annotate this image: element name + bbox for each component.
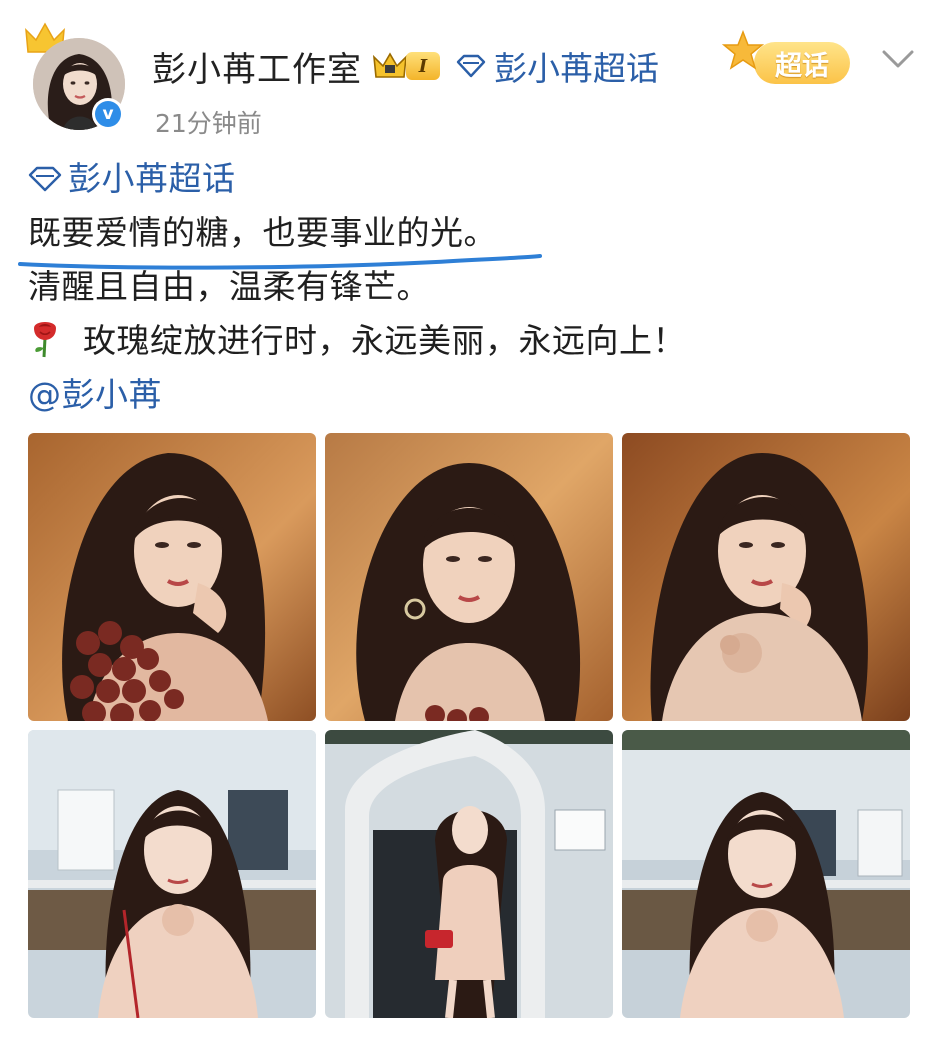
vip-badge[interactable]: I — [372, 51, 440, 81]
photo-5[interactable] — [325, 730, 613, 1018]
topic-link-label: 彭小苒超话 — [494, 49, 659, 88]
vip-crown-icon — [372, 52, 408, 78]
verified-icon: v — [95, 101, 121, 127]
body-topic-label: 彭小苒超话 — [68, 159, 236, 198]
diamond-icon — [456, 54, 486, 78]
vip-level: I — [406, 52, 440, 80]
diamond-icon — [28, 166, 62, 192]
photo-grid — [28, 433, 910, 1018]
photo-6[interactable] — [622, 730, 910, 1018]
star-icon — [722, 30, 764, 70]
post-body: 彭小苒超话 既要爱情的糖，也要事业的光。 清醒且自由，温柔有锋芒。 玫瑰绽放进行… — [18, 152, 908, 422]
photo-2[interactable] — [325, 433, 613, 721]
body-line-3: 玫瑰绽放进行时，永远美丽，永远向上！ — [28, 314, 908, 368]
photo-3[interactable] — [622, 433, 910, 721]
chaohua-button[interactable]: 超话 — [718, 30, 860, 94]
photo-2-image — [325, 433, 613, 721]
body-line-1-text: 既要爱情的糖，也要事业的光。 — [28, 213, 497, 252]
mention-link[interactable]: @彭小苒 — [28, 368, 908, 422]
photo-1[interactable] — [28, 433, 316, 721]
photo-4-image — [28, 730, 316, 1018]
photo-1-image — [28, 433, 316, 721]
photo-4[interactable] — [28, 730, 316, 1018]
photo-5-image — [325, 730, 613, 1018]
body-line-3-text: 玫瑰绽放进行时，永远美丽，永远向上！ — [83, 321, 686, 360]
rose-icon — [34, 322, 56, 358]
verified-badge: v — [92, 98, 124, 130]
topic-link[interactable]: 彭小苒超话 — [456, 42, 659, 90]
chevron-down-icon[interactable] — [878, 44, 918, 74]
photo-3-image — [622, 433, 910, 721]
author-name[interactable]: 彭小苒工作室 — [152, 42, 362, 91]
highlight-underline — [18, 254, 542, 270]
post-header: v 彭小苒工作室 I 彭小苒超话 21分钟前 超话 — [0, 0, 940, 150]
body-topic-link[interactable]: 彭小苒超话 — [28, 152, 908, 206]
photo-6-image — [622, 730, 910, 1018]
post-timestamp: 21分钟前 — [155, 109, 262, 138]
body-line-1: 既要爱情的糖，也要事业的光。 — [18, 206, 908, 270]
chaohua-button-label: 超话 — [754, 42, 850, 84]
